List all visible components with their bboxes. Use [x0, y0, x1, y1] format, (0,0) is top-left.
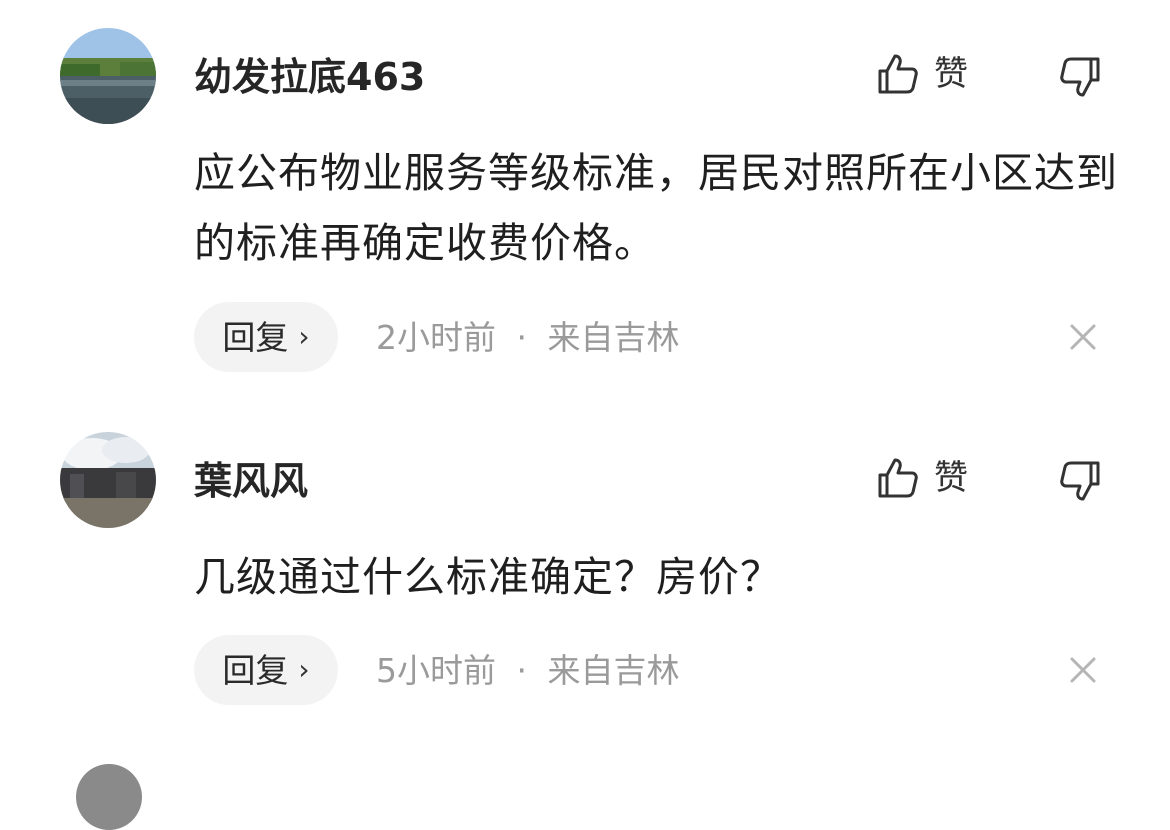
thumbs-up-icon: [878, 458, 918, 498]
user-avatar[interactable]: [60, 28, 156, 124]
thumbs-up-icon: [878, 54, 918, 94]
comment-location: 来自吉林: [547, 318, 680, 357]
river-landscape-avatar-icon: [60, 28, 156, 124]
meta-separator: ·: [516, 318, 528, 357]
like-button[interactable]: 赞: [876, 52, 968, 96]
thumbs-down-icon: [1060, 461, 1100, 501]
chevron-right-icon: ›: [298, 320, 310, 353]
meta-separator: ·: [516, 651, 528, 690]
close-icon: [1070, 324, 1096, 350]
like-button[interactable]: 赞: [876, 456, 968, 500]
cloudy-city-avatar-icon: [60, 432, 156, 528]
like-label: 赞: [934, 54, 968, 94]
next-user-avatar[interactable]: [76, 764, 142, 830]
reply-button[interactable]: 回复 ›: [194, 302, 338, 372]
dismiss-button[interactable]: [1068, 322, 1098, 356]
thumbs-down-icon: [1060, 57, 1100, 97]
comment-time: 5小时前: [376, 651, 496, 690]
username[interactable]: 幼发拉底463: [194, 58, 425, 96]
username[interactable]: 葉风风: [194, 462, 308, 500]
reply-button[interactable]: 回复 ›: [194, 635, 338, 705]
chevron-right-icon: ›: [298, 653, 310, 686]
comment-text: 应公布物业服务等级标准，居民对照所在小区达到的标准再确定收费价格。: [194, 149, 1118, 267]
reply-label: 回复: [222, 317, 289, 357]
dislike-button[interactable]: [1056, 459, 1102, 507]
user-avatar[interactable]: [60, 432, 156, 528]
comment-time: 2小时前: [376, 318, 496, 357]
comment-location: 来自吉林: [547, 651, 680, 690]
close-icon: [1070, 657, 1096, 683]
dislike-button[interactable]: [1056, 55, 1102, 103]
dismiss-button[interactable]: [1068, 655, 1098, 689]
comment-meta: 2小时前 · 来自吉林: [376, 321, 680, 354]
comment-text: 几级通过什么标准确定？房价？: [194, 553, 782, 601]
reply-label: 回复: [222, 650, 289, 690]
like-label: 赞: [934, 458, 968, 498]
comment-meta: 5小时前 · 来自吉林: [376, 654, 680, 687]
